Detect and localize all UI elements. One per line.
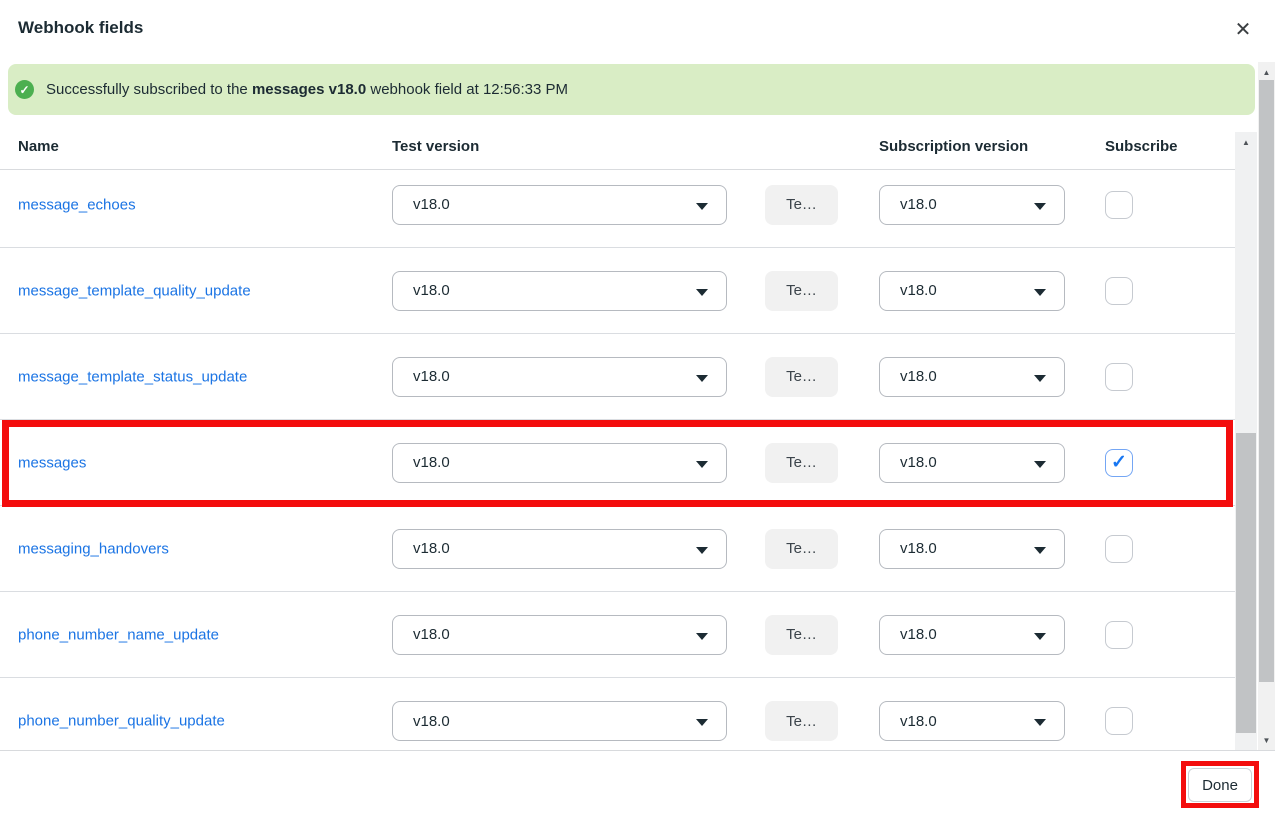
test-version-value: v18.0 — [413, 282, 450, 299]
subscription-version-value: v18.0 — [900, 368, 937, 385]
subscription-version-value: v18.0 — [900, 540, 937, 557]
check-circle-icon: ✓ — [15, 80, 34, 99]
subscription-version-value: v18.0 — [900, 626, 937, 643]
webhook-field-link[interactable]: message_echoes — [18, 196, 136, 213]
subscription-version-value: v18.0 — [900, 713, 937, 730]
chevron-down-icon — [696, 547, 708, 554]
subscription-version-value: v18.0 — [900, 196, 937, 213]
banner-text-prefix: Successfully subscribed to the — [46, 81, 252, 98]
table-scrollbar[interactable]: ▲ — [1235, 132, 1257, 750]
checkmark-icon: ✓ — [1111, 451, 1127, 474]
chevron-down-icon — [696, 203, 708, 210]
dialog-scrollbar-thumb[interactable] — [1259, 80, 1274, 682]
table-row: phone_number_quality_update v18.0 Te… v1… — [0, 678, 1235, 750]
column-header-name: Name — [18, 138, 59, 155]
column-header-test-version: Test version — [392, 138, 479, 155]
test-button[interactable]: Te… — [765, 529, 838, 569]
subscribe-checkbox[interactable] — [1105, 707, 1133, 735]
column-header-subscribe: Subscribe — [1105, 138, 1178, 155]
banner-text-suffix: webhook field at 12:56:33 PM — [366, 81, 568, 98]
test-version-value: v18.0 — [413, 196, 450, 213]
scroll-down-icon[interactable]: ▼ — [1258, 732, 1275, 748]
success-banner: ✓ Successfully subscribed to the message… — [8, 64, 1255, 115]
dialog-title: Webhook fields — [18, 18, 143, 38]
subscribe-checkbox[interactable] — [1105, 535, 1133, 563]
test-version-value: v18.0 — [413, 454, 450, 471]
subscription-version-value: v18.0 — [900, 454, 937, 471]
webhook-field-link[interactable]: message_template_quality_update — [18, 282, 251, 299]
webhook-fields-dialog: Webhook fields ✕ ✓ Successfully subscrib… — [0, 0, 1275, 814]
chevron-down-icon — [696, 461, 708, 468]
chevron-down-icon — [696, 289, 708, 296]
subscribe-checkbox[interactable] — [1105, 191, 1133, 219]
subscribe-checkbox[interactable] — [1105, 363, 1133, 391]
test-button[interactable]: Te… — [765, 701, 838, 741]
subscription-version-select[interactable]: v18.0 — [879, 529, 1065, 569]
table-row: phone_number_name_update v18.0 Te… v18.0 — [0, 592, 1235, 678]
webhook-field-link[interactable]: messages — [18, 454, 86, 471]
test-version-select[interactable]: v18.0 — [392, 185, 727, 225]
chevron-down-icon — [1034, 719, 1046, 726]
scroll-up-icon[interactable]: ▲ — [1258, 64, 1275, 80]
test-version-value: v18.0 — [413, 540, 450, 557]
chevron-down-icon — [1034, 633, 1046, 640]
scroll-up-icon[interactable]: ▲ — [1235, 134, 1257, 150]
subscription-version-select[interactable]: v18.0 — [879, 185, 1065, 225]
dialog-scrollbar[interactable]: ▲ ▼ — [1258, 62, 1275, 750]
test-button[interactable]: Te… — [765, 185, 838, 225]
subscribe-checkbox[interactable] — [1105, 621, 1133, 649]
table-header: Name Test version Subscription version S… — [0, 132, 1235, 170]
test-version-select[interactable]: v18.0 — [392, 357, 727, 397]
column-header-subscription-version: Subscription version — [879, 138, 1028, 155]
done-button[interactable]: Done — [1188, 768, 1252, 802]
webhook-field-link[interactable]: phone_number_quality_update — [18, 713, 225, 730]
test-button[interactable]: Te… — [765, 271, 838, 311]
table-row: messaging_handovers v18.0 Te… v18.0 — [0, 506, 1235, 592]
subscription-version-select[interactable]: v18.0 — [879, 615, 1065, 655]
test-version-select[interactable]: v18.0 — [392, 443, 727, 483]
test-button[interactable]: Te… — [765, 615, 838, 655]
chevron-down-icon — [1034, 547, 1046, 554]
banner-text-bold: messages v18.0 — [252, 81, 366, 98]
test-version-select[interactable]: v18.0 — [392, 529, 727, 569]
subscription-version-select[interactable]: v18.0 — [879, 271, 1065, 311]
subscription-version-value: v18.0 — [900, 282, 937, 299]
table-scrollbar-thumb[interactable] — [1236, 433, 1256, 733]
subscribe-checkbox[interactable]: ✓ — [1105, 449, 1133, 477]
chevron-down-icon — [696, 719, 708, 726]
chevron-down-icon — [1034, 375, 1046, 382]
chevron-down-icon — [1034, 289, 1046, 296]
chevron-down-icon — [1034, 203, 1046, 210]
chevron-down-icon — [696, 375, 708, 382]
close-icon[interactable]: ✕ — [1230, 16, 1256, 42]
subscription-version-select[interactable]: v18.0 — [879, 701, 1065, 741]
success-banner-text: Successfully subscribed to the messages … — [46, 81, 568, 98]
chevron-down-icon — [696, 633, 708, 640]
test-version-value: v18.0 — [413, 713, 450, 730]
webhook-field-link[interactable]: messaging_handovers — [18, 540, 169, 557]
test-version-select[interactable]: v18.0 — [392, 701, 727, 741]
subscription-version-select[interactable]: v18.0 — [879, 357, 1065, 397]
test-button[interactable]: Te… — [765, 443, 838, 483]
chevron-down-icon — [1034, 461, 1046, 468]
webhook-field-link[interactable]: phone_number_name_update — [18, 626, 219, 643]
table-row: message_template_status_update v18.0 Te…… — [0, 334, 1235, 420]
test-version-select[interactable]: v18.0 — [392, 615, 727, 655]
subscription-version-select[interactable]: v18.0 — [879, 443, 1065, 483]
table-rows: message_echoes v18.0 Te… v18.0 message_t… — [0, 162, 1235, 750]
table-row: messages v18.0 Te… v18.0 ✓ — [0, 420, 1235, 506]
test-button[interactable]: Te… — [765, 357, 838, 397]
test-version-value: v18.0 — [413, 368, 450, 385]
test-version-select[interactable]: v18.0 — [392, 271, 727, 311]
table-row: message_template_quality_update v18.0 Te… — [0, 248, 1235, 334]
subscribe-checkbox[interactable] — [1105, 277, 1133, 305]
webhook-fields-table: Name Test version Subscription version S… — [0, 132, 1235, 750]
table-row: message_echoes v18.0 Te… v18.0 — [0, 162, 1235, 248]
footer-divider — [0, 750, 1275, 751]
webhook-field-link[interactable]: message_template_status_update — [18, 368, 247, 385]
test-version-value: v18.0 — [413, 626, 450, 643]
